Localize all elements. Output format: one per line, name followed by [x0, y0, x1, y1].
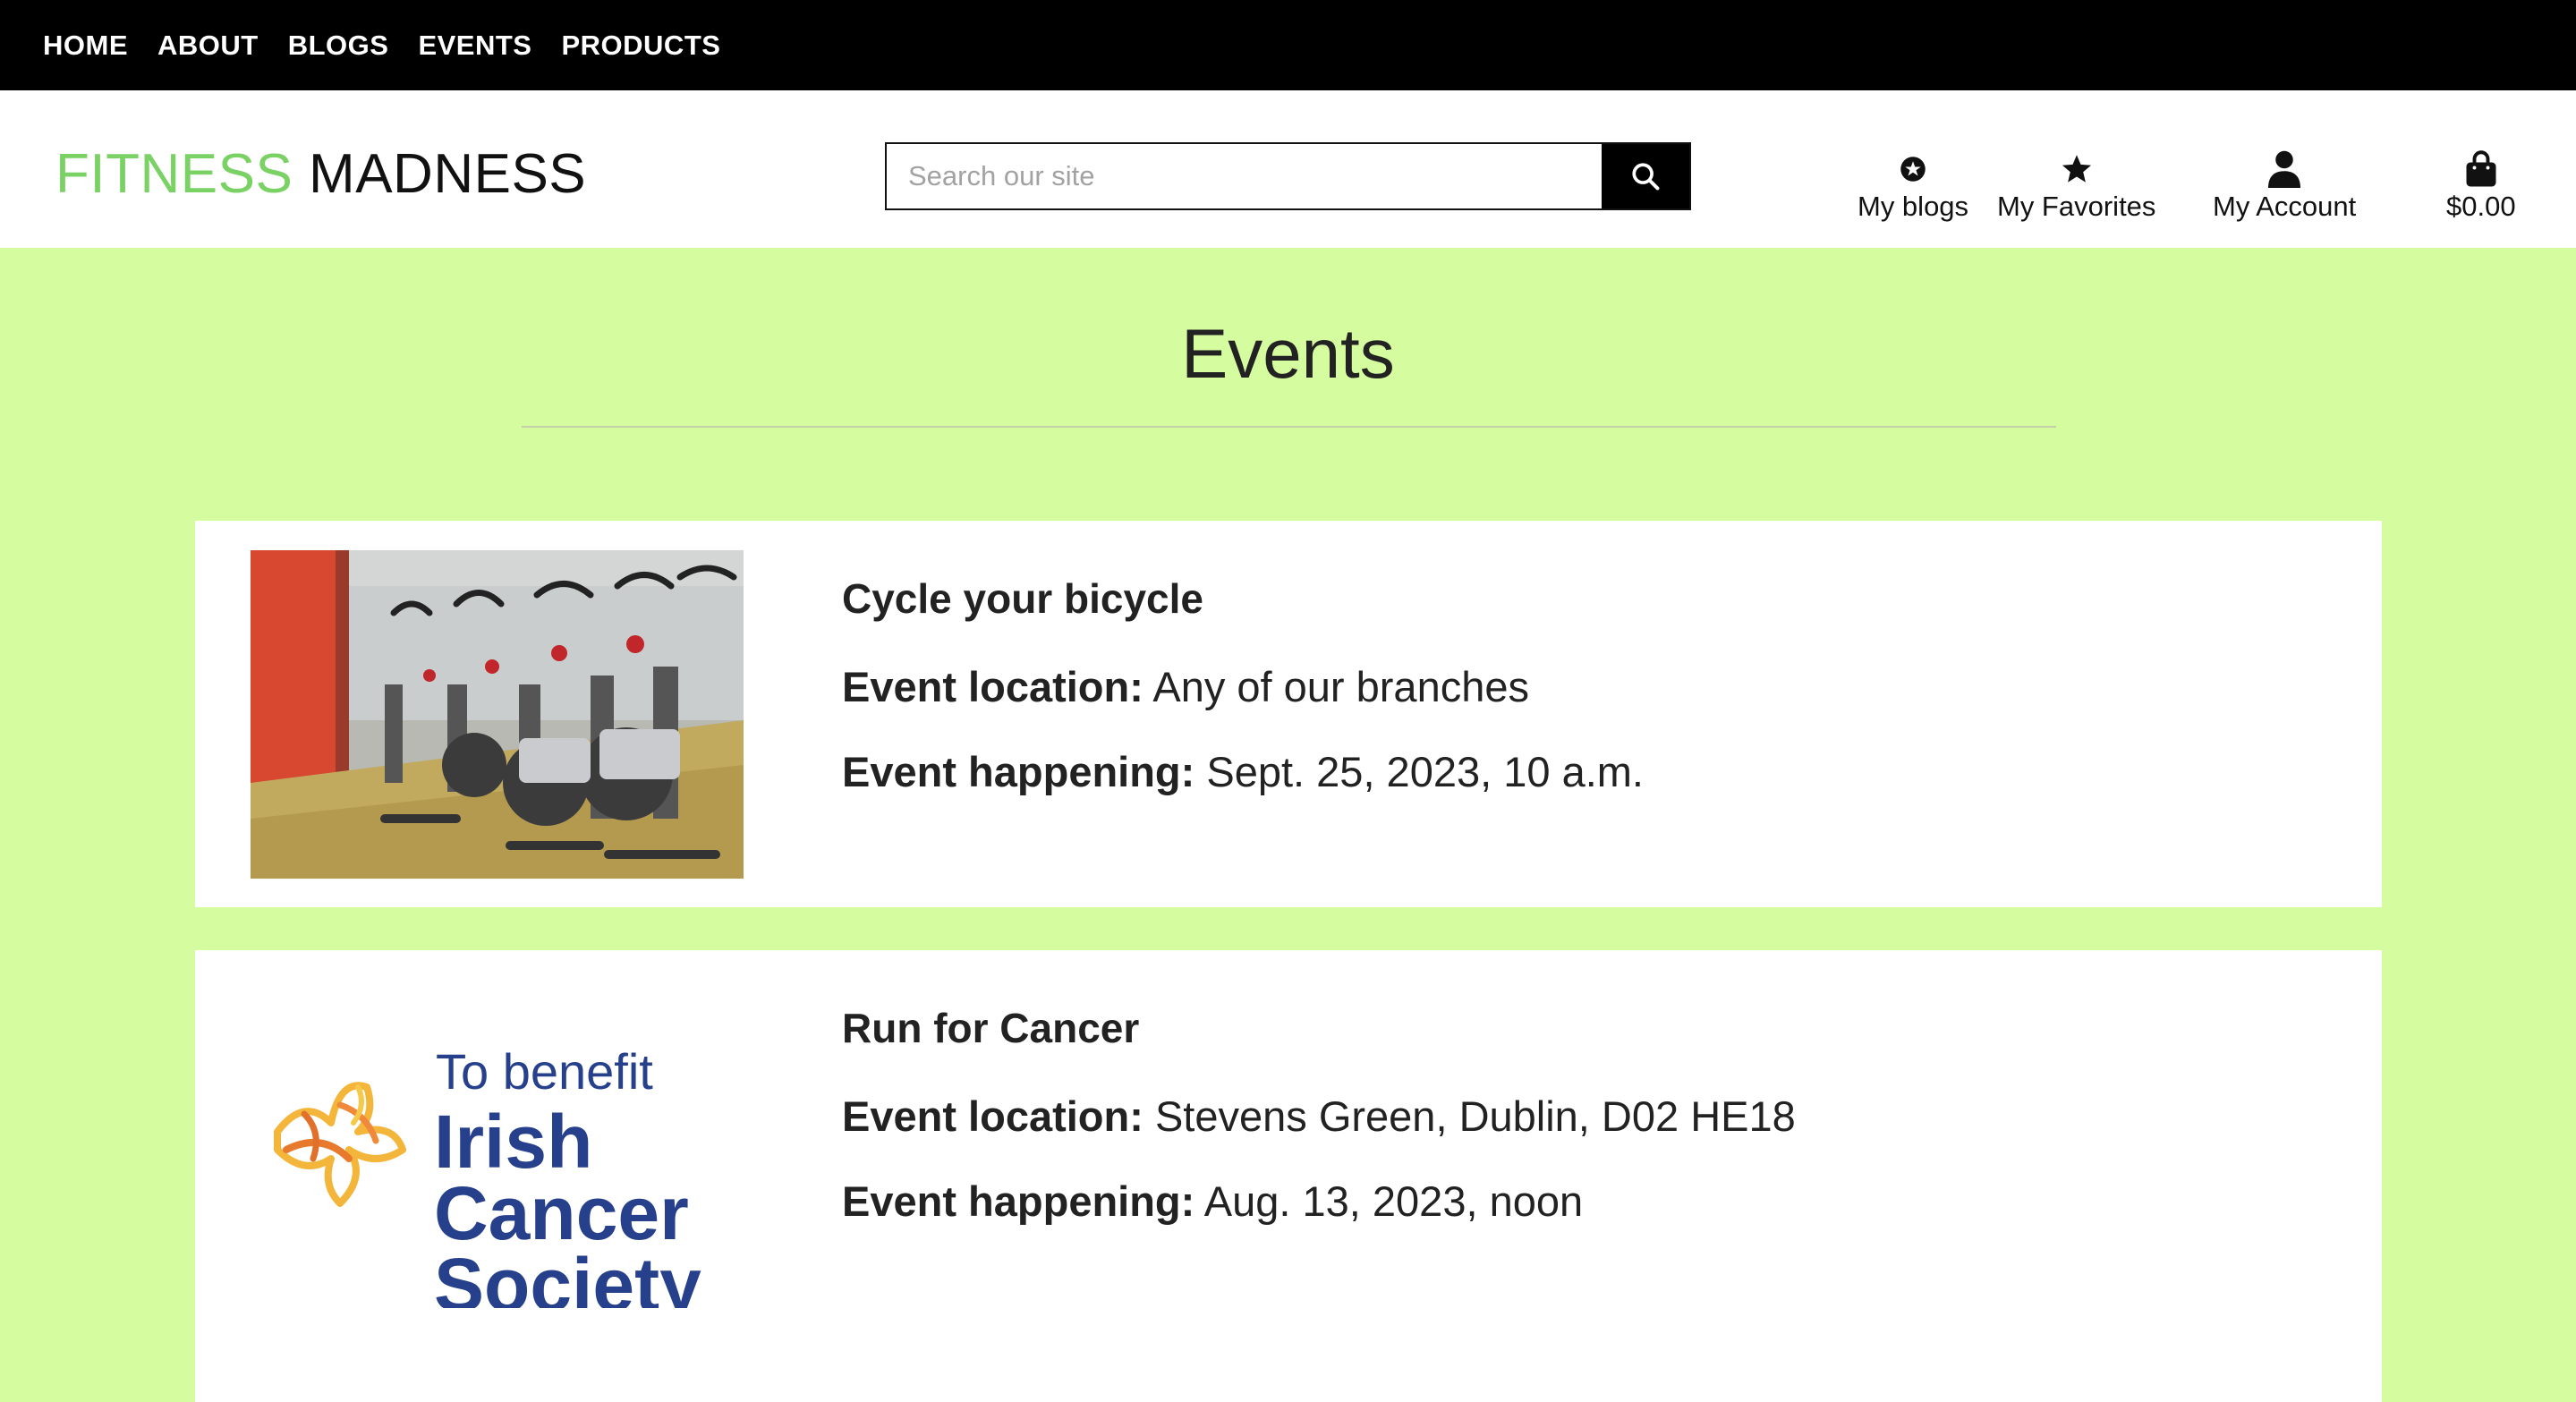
event-location-label: Event location:: [842, 663, 1143, 710]
event-date: Event happening: Sept. 25, 2023, 10 a.m.: [842, 747, 1644, 796]
my-favorites-label: My Favorites: [1997, 191, 2156, 222]
event-location: Event location: Stevens Green, Dublin, D…: [842, 1092, 1796, 1141]
shopping-bag-icon: [2466, 150, 2496, 187]
my-favorites-link[interactable]: My Favorites: [1997, 149, 2155, 223]
event-date-value: Aug. 13, 2023, noon: [1203, 1177, 1584, 1225]
logo-text-society: Society: [434, 1243, 701, 1308]
event-name[interactable]: Run for Cancer: [842, 1004, 1796, 1052]
search-bar: [885, 142, 1691, 210]
event-info: Cycle your bicycle Event location: Any o…: [842, 574, 1644, 832]
search-button[interactable]: [1602, 144, 1689, 208]
my-account-link[interactable]: My Account: [2213, 149, 2356, 223]
event-date-label: Event happening:: [842, 748, 1195, 795]
blog-badge-icon: [1900, 157, 1926, 182]
event-card[interactable]: To benefit Irish Cancer Society Run for …: [195, 950, 2382, 1402]
irish-cancer-society-logo: To benefit Irish Cancer Society: [274, 1043, 701, 1308]
search-input[interactable]: [887, 144, 1602, 208]
spin-bikes-photo: [251, 550, 744, 879]
event-location-value: Stevens Green, Dublin, D02 HE18: [1154, 1092, 1796, 1140]
cart-link[interactable]: $0.00: [2446, 149, 2516, 223]
event-date-label: Event happening:: [842, 1177, 1195, 1225]
logo-fitness: FITNESS: [55, 143, 293, 205]
event-card[interactable]: Cycle your bicycle Event location: Any o…: [195, 521, 2382, 907]
search-icon: [1632, 163, 1660, 191]
event-date-value: Sept. 25, 2023, 10 a.m.: [1206, 748, 1644, 795]
site-logo[interactable]: FITNESS MADNESS: [55, 142, 586, 206]
event-location-label: Event location:: [842, 1092, 1143, 1140]
my-blogs-link[interactable]: My blogs: [1858, 149, 1968, 223]
logo-text-to-benefit: To benefit: [436, 1043, 653, 1100]
nav-blogs[interactable]: BLOGS: [288, 30, 389, 62]
my-account-label: My Account: [2213, 191, 2357, 222]
event-date: Event happening: Aug. 13, 2023, noon: [842, 1177, 1796, 1226]
site-header: FITNESS MADNESS My blogs My Favorites: [0, 90, 2576, 248]
nav-home[interactable]: HOME: [43, 30, 128, 62]
top-nav: HOME ABOUT BLOGS EVENTS PRODUCTS: [0, 0, 2576, 90]
event-image-irish-cancer-society: To benefit Irish Cancer Society: [251, 980, 744, 1308]
nav-about[interactable]: ABOUT: [157, 30, 259, 62]
title-divider: [522, 426, 2056, 428]
logo-madness: MADNESS: [309, 143, 587, 205]
my-blogs-label: My blogs: [1858, 191, 1969, 222]
event-location: Event location: Any of our branches: [842, 662, 1644, 711]
star-icon: [2062, 155, 2091, 183]
event-image-spin-bikes: [251, 550, 744, 879]
cart-total: $0.00: [2446, 191, 2516, 222]
page-title: Events: [1181, 314, 1395, 393]
event-name[interactable]: Cycle your bicycle: [842, 574, 1644, 623]
event-info: Run for Cancer Event location: Stevens G…: [842, 1004, 1796, 1262]
event-location-value: Any of our branches: [1152, 663, 1529, 710]
user-icon: [2268, 150, 2301, 188]
nav-events[interactable]: EVENTS: [418, 30, 531, 62]
nav-products[interactable]: PRODUCTS: [561, 30, 720, 62]
